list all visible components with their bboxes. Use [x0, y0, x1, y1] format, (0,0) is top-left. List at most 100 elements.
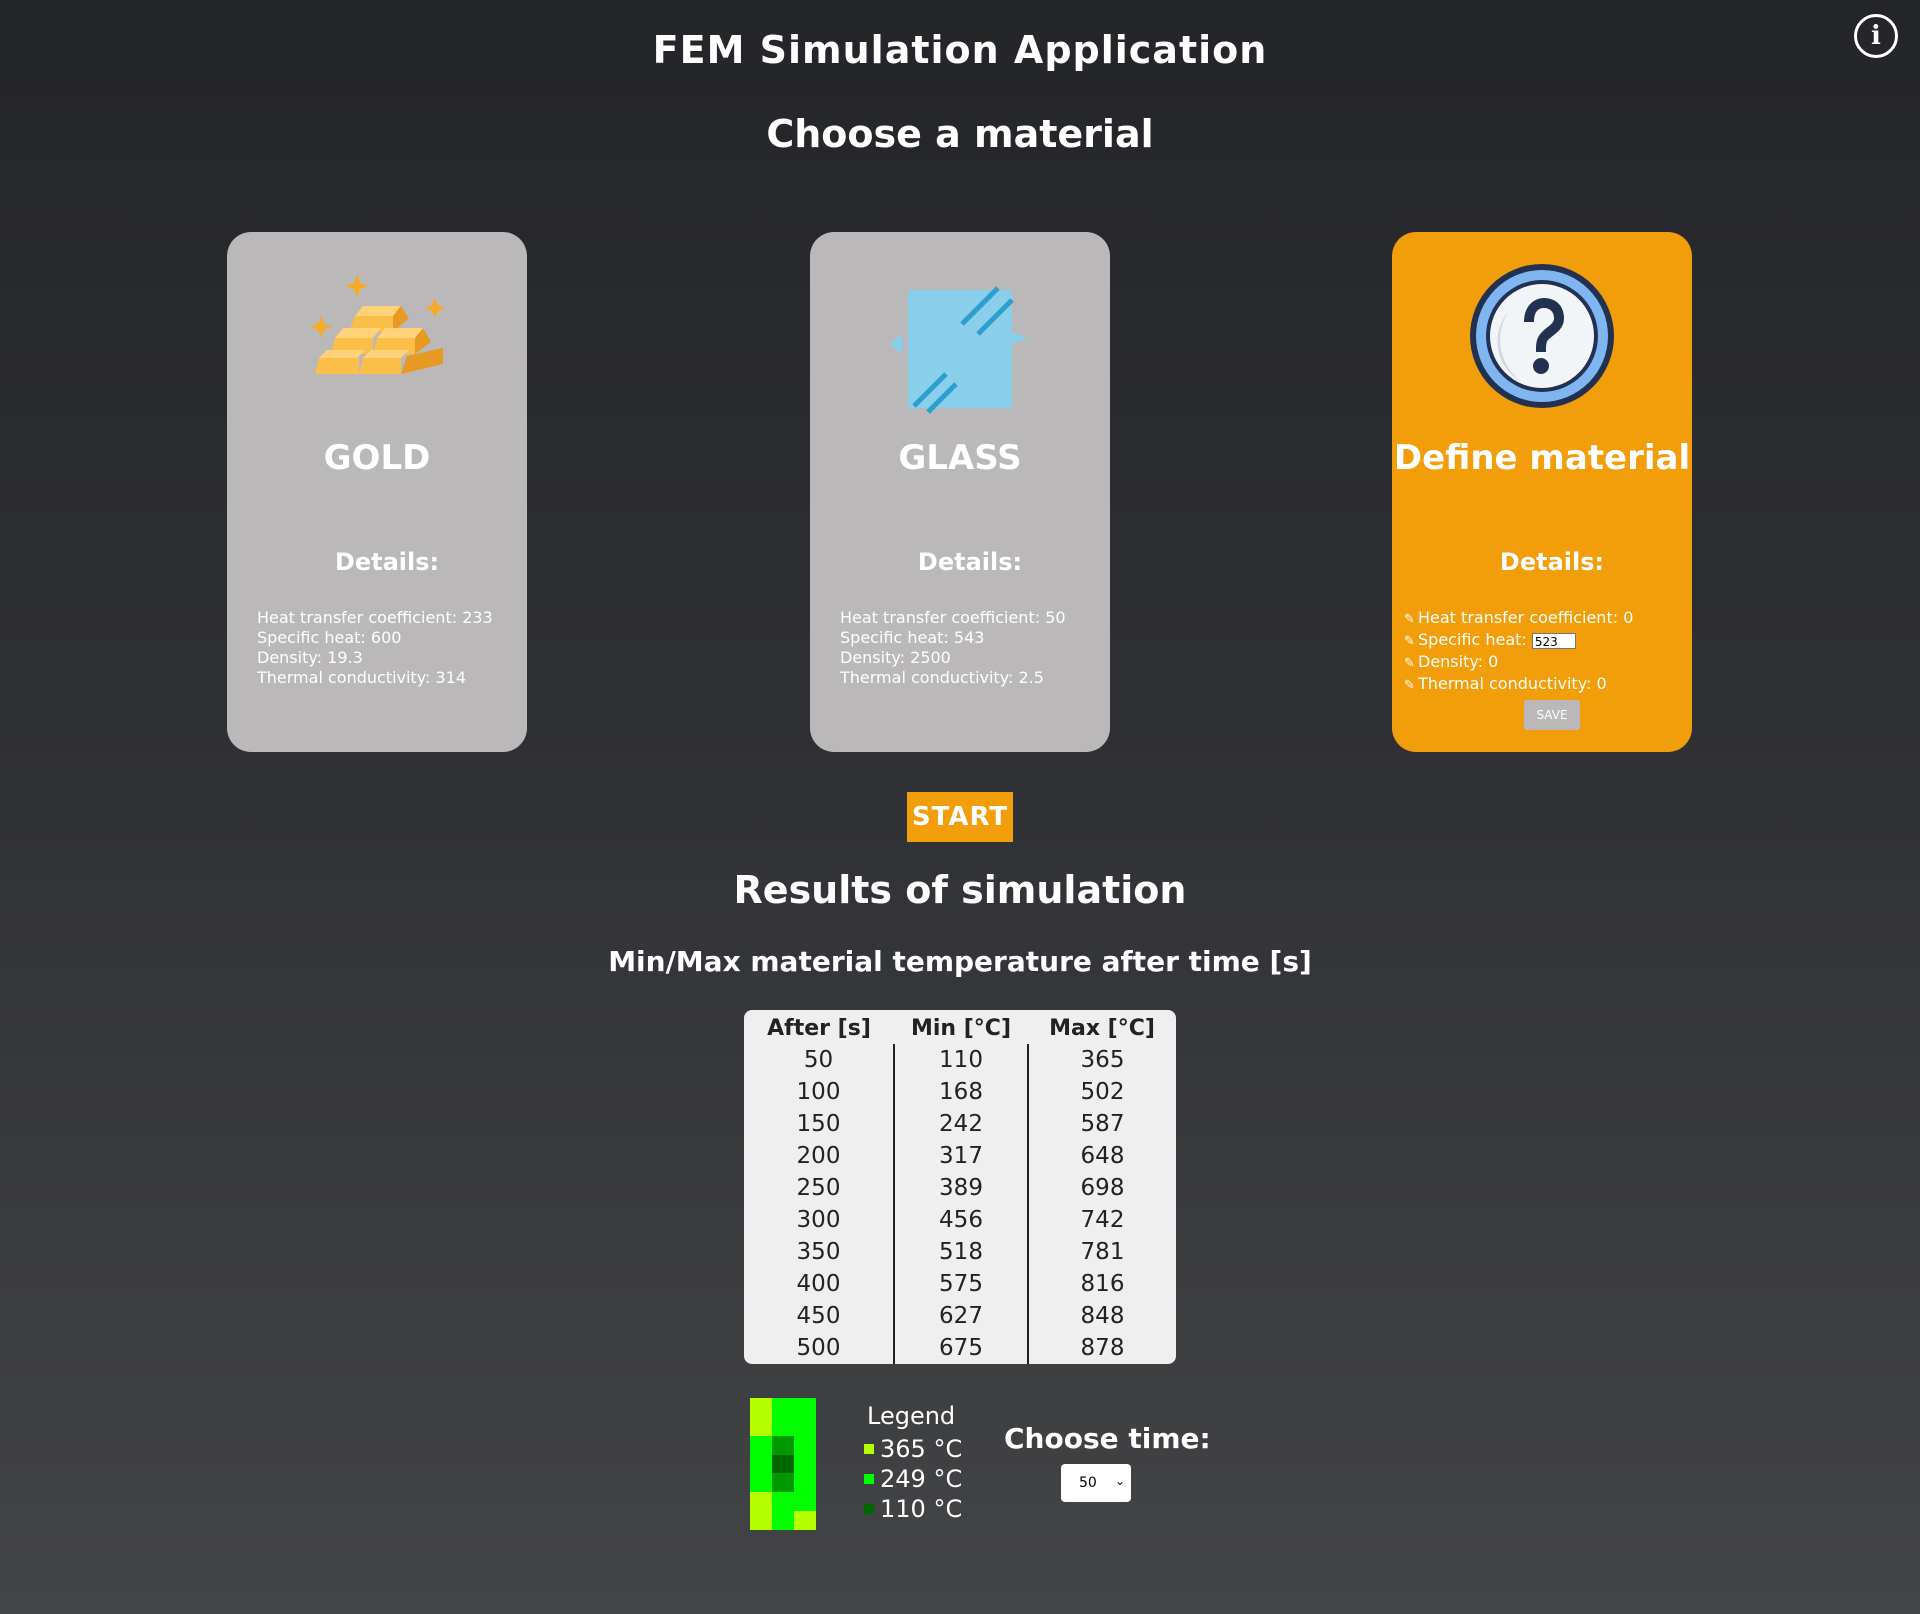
table-row: 400 575 816: [744, 1268, 1176, 1300]
table-row: 50 110 365: [744, 1044, 1176, 1076]
details-title: Details:: [1499, 548, 1605, 576]
heatmap-cell: [794, 1492, 816, 1512]
table-cell: 389: [894, 1172, 1029, 1204]
table-row: 250 389 698: [744, 1172, 1176, 1204]
heatmap-cell: [772, 1416, 794, 1436]
table-cell: 50: [744, 1044, 895, 1076]
table-cell: 587: [1080, 1111, 1125, 1137]
time-select-value: 50: [1079, 1475, 1097, 1491]
table-cell: 456: [894, 1204, 1029, 1236]
heat-transfer-coefficient: Heat transfer coefficient: 233: [257, 608, 493, 627]
thermal-conductivity: Thermal conductivity: 314: [257, 668, 467, 687]
table-cell: 110: [894, 1044, 1029, 1076]
material-name: GOLD: [323, 438, 431, 478]
table-cell: 242: [894, 1108, 1029, 1140]
chevron-down-icon: ⌄: [1114, 1474, 1125, 1488]
table-cell: 502: [1080, 1079, 1125, 1105]
legend-swatch: [864, 1504, 874, 1514]
table-header-row: After [s] Min [°C] Max [°C]: [744, 1010, 1176, 1044]
pencil-icon[interactable]: ✎: [1404, 632, 1418, 652]
legend: Legend 365 °C 249 °C 110 °C: [864, 1402, 962, 1524]
table-row: 200 317 648: [744, 1140, 1176, 1172]
material-card-gold[interactable]: GOLD Details: Heat transfer coefficient:…: [227, 232, 527, 752]
table-cell: 350: [744, 1236, 895, 1268]
table-cell: 698: [1080, 1175, 1125, 1201]
table-cell: 848: [1080, 1303, 1125, 1329]
heatmap-cell: [750, 1492, 772, 1512]
question-mark-icon: [1470, 264, 1614, 408]
heatmap-cell: [772, 1435, 794, 1455]
thermal-conductivity[interactable]: ✎ Thermal conductivity: 0: [1404, 674, 1680, 696]
table-row: 500 675 878: [744, 1332, 1176, 1364]
density: Density: 2500: [840, 648, 951, 667]
table-row: 150 242 587: [744, 1108, 1176, 1140]
heat-transfer-coefficient[interactable]: ✎ Heat transfer coefficient: 0: [1404, 608, 1680, 630]
heat-transfer-coefficient: Heat transfer coefficient: 50: [840, 608, 1066, 627]
table-row: 450 627 848: [744, 1300, 1176, 1332]
results-title: Results of simulation: [733, 868, 1187, 912]
table-cell: 742: [1080, 1207, 1125, 1233]
choose-time-label: Choose time:: [1004, 1422, 1211, 1455]
table-cell: 200: [744, 1140, 895, 1172]
material-card-glass[interactable]: GLASS Details: Heat transfer coefficient…: [810, 232, 1110, 752]
heatmap-cell: [794, 1416, 816, 1436]
specific-heat-input[interactable]: 523: [1531, 632, 1576, 649]
column-header: Min [°C]: [910, 1015, 1011, 1041]
material-card-custom[interactable]: Define material Details: ✎ Heat transfer …: [1392, 232, 1692, 752]
heatmap-cell: [794, 1398, 816, 1417]
thermal-conductivity: Thermal conductivity: 2.5: [840, 668, 1044, 687]
heatmap-cell: [772, 1473, 794, 1493]
density[interactable]: ✎ Density: 0: [1404, 652, 1680, 674]
pencil-icon[interactable]: ✎: [1404, 676, 1418, 696]
table-cell: 675: [894, 1332, 1029, 1364]
pencil-icon[interactable]: ✎: [1404, 610, 1418, 630]
gold-bars-icon: [310, 274, 445, 374]
pencil-icon[interactable]: ✎: [1404, 654, 1418, 674]
legend-title: Legend: [867, 1402, 956, 1430]
table-cell: 781: [1080, 1239, 1125, 1265]
table-cell: 648: [1080, 1143, 1125, 1169]
glass-pane-icon: [890, 286, 1028, 414]
temperature-heatmap: [750, 1398, 816, 1530]
choose-material-title: Choose a material: [766, 112, 1154, 156]
heatmap-cell: [750, 1416, 772, 1436]
table-cell: 816: [1080, 1271, 1125, 1297]
save-button[interactable]: SAVE: [1524, 700, 1580, 730]
heatmap-cell: [772, 1454, 794, 1474]
specific-heat[interactable]: ✎ Specific heat: 523: [1404, 630, 1680, 652]
table-cell: 400: [744, 1268, 895, 1300]
table-cell: 300: [744, 1204, 895, 1236]
legend-entry: 365 °C: [864, 1434, 962, 1464]
table-cell: 168: [894, 1076, 1029, 1108]
table-cell: 575: [894, 1268, 1029, 1300]
table-row: 300 456 742: [744, 1204, 1176, 1236]
table-row: 350 518 781: [744, 1236, 1176, 1268]
column-header: Max [°C]: [1049, 1015, 1155, 1041]
legend-entry: 110 °C: [864, 1494, 962, 1524]
table-cell: 100: [744, 1076, 895, 1108]
material-properties: Heat transfer coefficient: 233 Specific …: [257, 608, 515, 688]
start-button[interactable]: START: [907, 792, 1013, 842]
heatmap-cell: [750, 1435, 772, 1455]
details-title: Details:: [334, 548, 440, 576]
heatmap-cell: [750, 1454, 772, 1474]
legend-entry: 249 °C: [864, 1464, 962, 1494]
table-row: 100 168 502: [744, 1076, 1176, 1108]
table-cell: 365: [1080, 1047, 1125, 1073]
table-cell: 518: [894, 1236, 1029, 1268]
heatmap-cell: [772, 1398, 794, 1417]
heatmap-cell: [794, 1511, 816, 1530]
table-cell: 627: [894, 1300, 1029, 1332]
material-properties: ✎ Heat transfer coefficient: 0 ✎ Specific …: [1404, 608, 1680, 696]
heatmap-cell: [750, 1473, 772, 1493]
heatmap-cell: [794, 1435, 816, 1455]
density: Density: 19.3: [257, 648, 363, 667]
table-cell: 878: [1080, 1335, 1125, 1361]
time-select[interactable]: 50 ⌄: [1061, 1464, 1131, 1502]
material-properties: Heat transfer coefficient: 50 Specific h…: [840, 608, 1098, 688]
specific-heat: Specific heat: 543: [840, 628, 985, 647]
table-cell: 500: [744, 1332, 895, 1364]
table-cell: 317: [894, 1140, 1029, 1172]
legend-swatch: [864, 1474, 874, 1484]
heatmap-cell: [750, 1511, 772, 1530]
